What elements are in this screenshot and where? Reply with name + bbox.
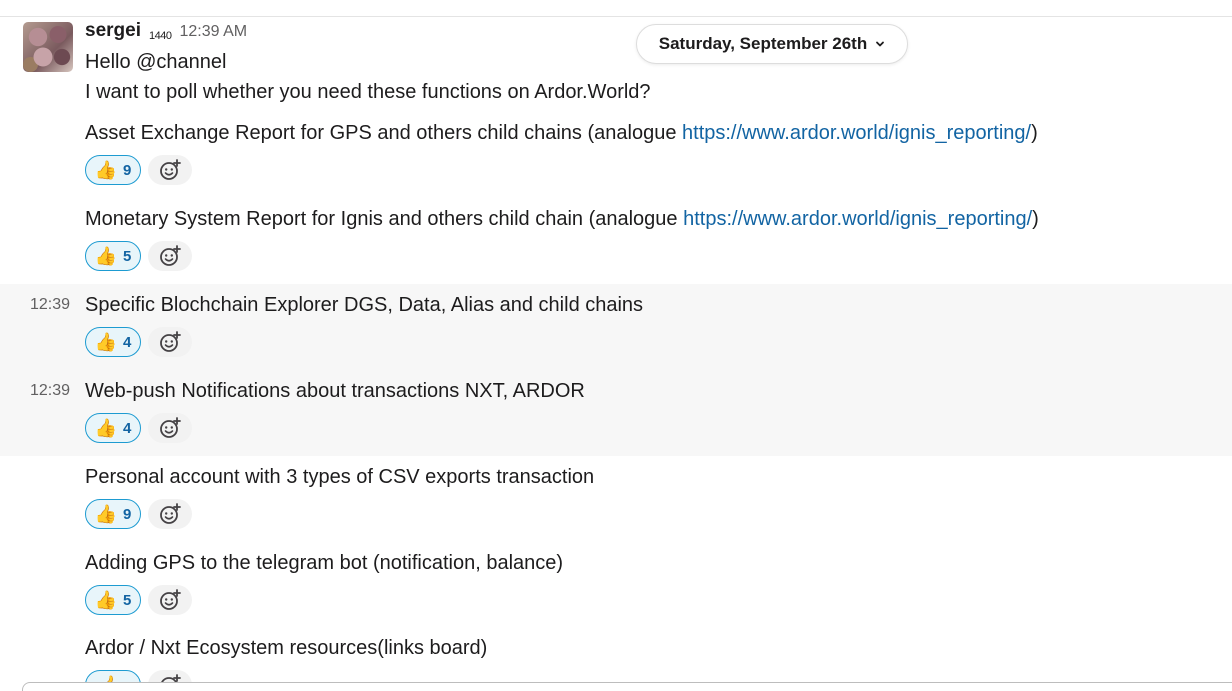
avatar[interactable] [23, 22, 73, 72]
poll-item-text: Adding GPS to the telegram bot (notifica… [85, 550, 563, 576]
reaction-thumbs-up-button[interactable]: 👍 9 [85, 155, 141, 185]
sender-name[interactable]: sergei [85, 20, 141, 42]
message-hover-timestamp[interactable]: 12:39 [30, 292, 70, 318]
thumbs-up-icon: 👍 [94, 504, 118, 524]
reaction-count: 9 [123, 161, 132, 179]
reaction-thumbs-up-button[interactable]: 👍 4 [85, 413, 141, 443]
poll-item-text: Personal account with 3 types of CSV exp… [85, 464, 594, 490]
message-header: sergei 1440 12:39 AM [85, 20, 247, 46]
message-pane: sergei 1440 12:39 AM Saturday, September… [0, 0, 1232, 691]
chevron-down-icon [876, 41, 885, 47]
reaction-thumbs-up-button[interactable]: 👍 4 [85, 327, 141, 357]
add-reaction-button[interactable] [148, 585, 192, 615]
poll-item-text: Ardor / Nxt Ecosystem resources(links bo… [85, 635, 487, 661]
add-reaction-button[interactable] [148, 327, 192, 357]
reaction-thumbs-up-button[interactable]: 👍 5 [85, 585, 141, 615]
reaction-count: 9 [123, 505, 132, 523]
poll-item-label: Personal account with 3 types of CSV exp… [85, 466, 595, 488]
poll-item-text: Monetary System Report for Ignis and oth… [85, 206, 1039, 232]
add-reaction-icon [160, 417, 181, 438]
add-reaction-icon [160, 159, 181, 180]
poll-item-label: Adding GPS to the telegram bot (notifica… [85, 552, 564, 574]
poll-item-label: Asset Exchange Report for GPS and others… [85, 122, 683, 144]
date-divider-label: Saturday, September 26th [658, 34, 868, 53]
poll-item-label: Specific Blochchain Explorer DGS, Data, … [85, 294, 644, 316]
reaction-thumbs-up-button[interactable]: 👍 9 [85, 499, 141, 529]
poll-item-text: Web-push Notifications about transaction… [85, 378, 585, 404]
reaction-count: 4 [123, 419, 132, 437]
add-reaction-button[interactable] [148, 499, 192, 529]
poll-item-text: Asset Exchange Report for GPS and others… [85, 120, 1038, 146]
sender-badge: 1440 [148, 30, 172, 42]
thumbs-up-icon: 👍 [94, 418, 118, 438]
add-reaction-icon [160, 503, 181, 524]
reaction-count: 5 [123, 591, 132, 609]
message-intro: I want to poll whether you need these fu… [85, 81, 651, 103]
message-greeting: Hello @channel [85, 51, 227, 73]
poll-item-label: Web-push Notifications about transaction… [85, 380, 585, 402]
add-reaction-icon [160, 331, 181, 352]
add-reaction-button[interactable] [148, 241, 192, 271]
message-timestamp[interactable]: 12:39 AM [179, 23, 247, 41]
thumbs-up-icon: 👍 [94, 332, 118, 352]
top-divider [0, 16, 1232, 17]
reaction-count: 4 [123, 333, 132, 351]
message-hover-timestamp[interactable]: 12:39 [30, 378, 70, 404]
add-reaction-button[interactable] [148, 155, 192, 185]
add-reaction-button[interactable] [148, 413, 192, 443]
poll-item-label: Ardor / Nxt Ecosystem resources(links bo… [85, 637, 488, 659]
poll-item-link[interactable]: https://www.ardor.world/ignis_reporting/ [683, 208, 1032, 230]
date-divider-button[interactable]: Saturday, September 26th [636, 24, 908, 64]
reaction-thumbs-up-button[interactable]: 👍 5 [85, 241, 141, 271]
poll-item-suffix: ) [1031, 122, 1038, 144]
add-reaction-icon [160, 245, 181, 266]
thumbs-up-icon: 👍 [94, 246, 118, 266]
thumbs-up-icon: 👍 [94, 590, 118, 610]
poll-item-link[interactable]: https://www.ardor.world/ignis_reporting/ [682, 122, 1031, 144]
poll-item-text: Specific Blochchain Explorer DGS, Data, … [85, 292, 643, 318]
thumbs-up-icon: 👍 [94, 160, 118, 180]
poll-item-label: Monetary System Report for Ignis and oth… [85, 208, 684, 230]
add-reaction-icon [160, 589, 181, 610]
reaction-count: 5 [123, 247, 132, 265]
message-composer[interactable] [22, 682, 1232, 691]
poll-item-suffix: ) [1032, 208, 1039, 230]
